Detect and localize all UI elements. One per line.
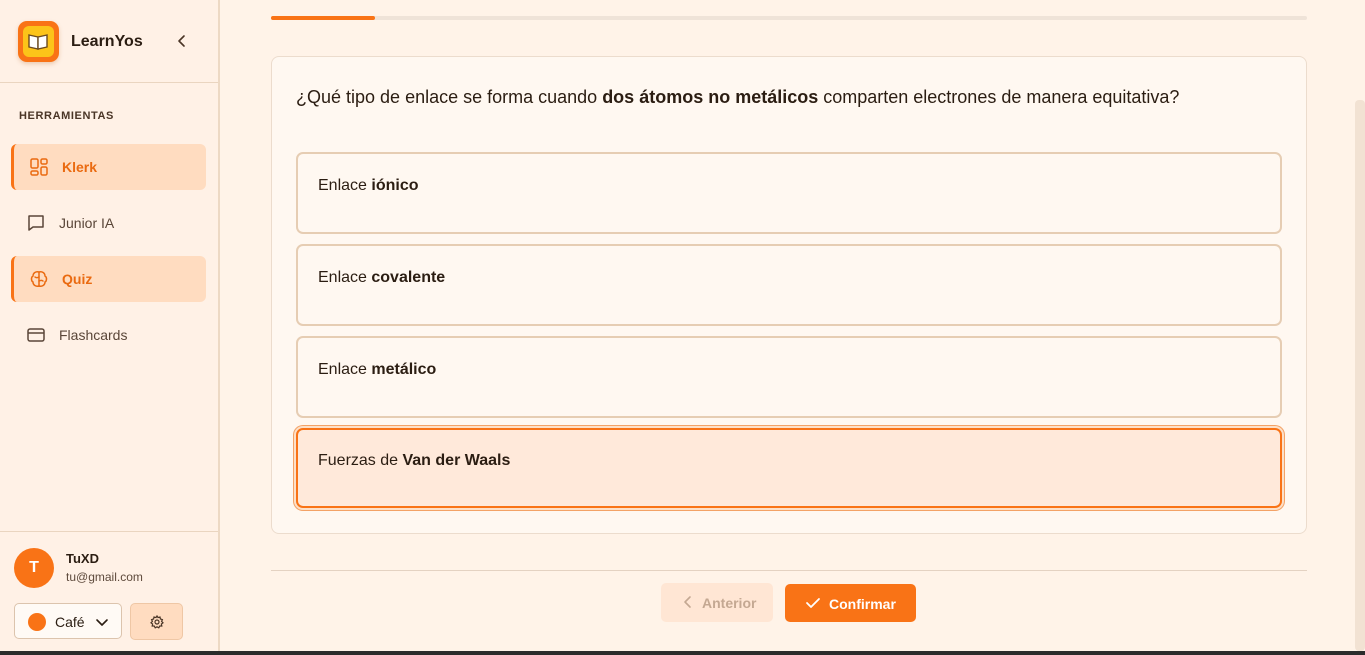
sidebar-item-label: Flashcards [59, 327, 128, 343]
theme-select[interactable]: Café [14, 603, 122, 639]
answer-option-selected[interactable]: Fuerzas de Van der Waals [296, 428, 1282, 508]
answer-option-text: Fuerzas de Van der Waals [318, 452, 511, 469]
chat-icon [26, 213, 46, 233]
answer-option[interactable]: Enlace covalente [296, 244, 1282, 326]
settings-button[interactable] [130, 603, 183, 640]
footer-divider [271, 570, 1307, 571]
confirm-button[interactable]: Confirmar [785, 584, 916, 622]
chevron-left-icon [684, 596, 691, 608]
question-text: ¿Qué tipo de enlace se forma cuando dos … [296, 87, 1180, 107]
theme-color-swatch [28, 613, 46, 631]
book-icon[interactable] [18, 21, 59, 62]
answer-option[interactable]: Enlace iónico [296, 152, 1282, 234]
grid-icon [29, 157, 49, 177]
brain-icon [29, 269, 49, 289]
quiz-progress-bar [271, 16, 1307, 20]
check-icon [806, 598, 820, 608]
answer-option-text: Enlace iónico [318, 177, 419, 194]
quiz-progress-fill [271, 16, 375, 20]
sidebar-item-label: Quiz [62, 271, 93, 287]
sidebar: LearnYos HERRAMIENTAS Klerk Junior IA Qu… [0, 0, 220, 651]
answer-option[interactable]: Enlace metálico [296, 336, 1282, 418]
sidebar-item-flashcards[interactable]: Flashcards [11, 312, 206, 358]
avatar[interactable]: T [14, 548, 54, 588]
main-content: ¿Qué tipo de enlace se forma cuando dos … [220, 0, 1365, 651]
app-window: LearnYos HERRAMIENTAS Klerk Junior IA Qu… [0, 0, 1365, 655]
chevron-left-icon[interactable] [174, 33, 190, 49]
scrollbar[interactable] [1355, 100, 1365, 651]
chevron-down-icon [95, 615, 109, 629]
confirm-button-label: Confirmar [829, 596, 896, 612]
sidebar-item-junior-ia[interactable]: Junior IA [11, 200, 206, 246]
window-bottom-edge [0, 651, 1365, 655]
question-card: ¿Qué tipo de enlace se forma cuando dos … [271, 56, 1307, 534]
brand-name: LearnYos [71, 33, 143, 50]
sidebar-item-quiz[interactable]: Quiz [11, 256, 206, 302]
sidebar-item-label: Junior IA [59, 215, 115, 231]
user-email: tu@gmail.com [66, 570, 143, 584]
section-label: HERRAMIENTAS [19, 110, 114, 122]
user-name: TuXD [66, 551, 99, 566]
answer-option-text: Enlace metálico [318, 361, 437, 378]
theme-label: Café [55, 614, 85, 630]
sidebar-item-label: Klerk [62, 159, 98, 175]
answer-option-text: Enlace covalente [318, 269, 446, 286]
user-panel: T TuXD tu@gmail.com Café [0, 531, 218, 651]
sidebar-item-klerk[interactable]: Klerk [11, 144, 206, 190]
previous-button[interactable]: Anterior [661, 583, 773, 622]
card-icon [26, 325, 46, 345]
previous-button-label: Anterior [702, 595, 757, 611]
brand-header: LearnYos [0, 0, 218, 83]
